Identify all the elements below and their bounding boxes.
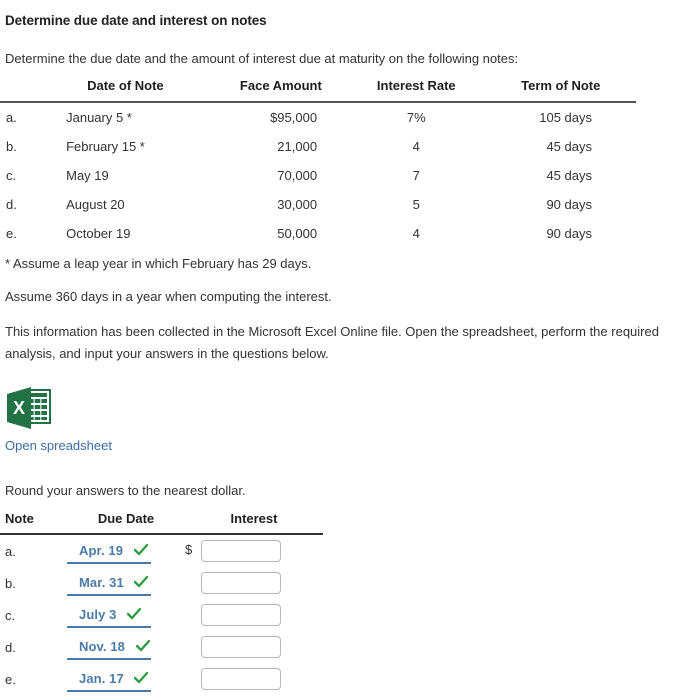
cell-interest-rate: 5 [412,197,420,212]
due-date-cell: July 3 [67,599,185,631]
notes-table: Date of Note Face Amount Interest Rate T… [0,78,636,248]
due-date-underline [67,658,151,660]
cell-date-of-note: August 20 [66,197,125,212]
cell-term-of-note: 45 days [546,139,592,154]
svg-text:X: X [13,398,25,418]
table-row: d. Nov. 18 [0,631,323,663]
table-row: e. October 19 50,000 4 90 days [0,219,636,248]
header-interest: Interest [185,511,323,535]
interest-cell: $ [185,534,323,567]
row-letter: a. [6,110,17,125]
interest-input[interactable] [201,668,281,690]
answer-table: Note Due Date Interest a. Apr. 19 $ b. M… [0,511,323,695]
due-date-cell: Mar. 31 [67,567,185,599]
cell-interest-rate: 7% [406,110,426,125]
cell-term-of-note: 90 days [546,226,592,241]
page-title: Determine due date and interest on notes [5,13,267,28]
interest-input[interactable] [201,540,281,562]
currency-symbol: $ [185,542,193,558]
answer-table-header-row: Note Due Date Interest [0,511,323,535]
interest-cell [185,567,323,599]
header-face-amount: Face Amount [214,78,348,103]
due-date-value: Jan. 17 [79,671,124,686]
table-row: c. July 3 [0,599,323,631]
header-term-of-note: Term of Note [485,78,636,103]
footnote-360-days: Assume 360 days in a year when computing… [5,289,332,304]
due-date-value: Mar. 31 [79,575,124,590]
check-icon [134,575,149,591]
due-date-answer: Mar. 31 [67,575,151,596]
row-letter: b. [6,139,17,154]
table-row: d. August 20 30,000 5 90 days [0,190,636,219]
header-date-of-note: Date of Note [36,78,215,103]
check-icon [126,607,142,623]
round-instruction: Round your answers to the nearest dollar… [5,483,246,498]
cell-face-amount: 70,000 [277,168,318,183]
cell-face-amount: 21,000 [277,139,318,154]
table-row: a. Apr. 19 $ [0,534,323,567]
header-interest-rate: Interest Rate [347,78,486,103]
due-date-value: Nov. 18 [79,639,125,654]
table-row: e. Jan. 17 [0,663,323,695]
table-row: a. January 5 * $95,000 7% 105 days [0,102,636,132]
due-date-cell: Jan. 17 [67,663,185,695]
cell-term-of-note: 90 days [546,197,592,212]
due-date-value: July 3 [79,607,117,622]
due-date-answer: Jan. 17 [67,671,151,692]
interest-input[interactable] [201,636,281,658]
cell-face-amount: 50,000 [277,226,318,241]
cell-interest-rate: 4 [412,226,420,241]
due-date-underline [67,626,151,628]
open-spreadsheet-link[interactable]: Open spreadsheet [5,438,112,453]
due-date-cell: Apr. 19 [67,534,185,567]
due-date-cell: Nov. 18 [67,631,185,663]
row-letter: c. [6,168,17,183]
row-letter: b. [5,575,16,591]
header-note: Note [0,511,67,535]
interest-cell [185,631,323,663]
interest-input[interactable] [201,572,281,594]
cell-date-of-note: January 5 * [66,110,132,125]
cell-term-of-note: 105 days [539,110,592,125]
interest-cell [185,599,323,631]
due-date-answer: Nov. 18 [67,639,151,660]
cell-date-of-note: October 19 [66,226,131,241]
due-date-underline [67,562,151,564]
row-letter: a. [5,543,16,559]
table-row: c. May 19 70,000 7 45 days [0,161,636,190]
excel-icon: X [7,387,51,429]
cell-term-of-note: 45 days [546,168,592,183]
due-date-underline [67,690,151,692]
cell-date-of-note: February 15 * [66,139,145,154]
header-due-date: Due Date [67,511,185,535]
table-row: b. Mar. 31 [0,567,323,599]
notes-table-header-row: Date of Note Face Amount Interest Rate T… [0,78,636,103]
row-letter: c. [5,607,16,623]
footnote-leap-year: * Assume a leap year in which February h… [5,256,312,271]
check-icon [133,543,148,559]
row-letter: e. [5,671,16,687]
due-date-value: Apr. 19 [79,543,124,558]
row-letter: e. [6,226,17,241]
due-date-answer: Apr. 19 [67,543,151,564]
due-date-underline [67,594,151,596]
interest-input[interactable] [201,604,281,626]
cell-face-amount: $95,000 [270,110,318,125]
row-letter: d. [6,197,17,212]
check-icon [135,639,150,655]
intro-text: Determine the due date and the amount of… [5,51,519,66]
cell-face-amount: 30,000 [277,197,318,212]
cell-interest-rate: 7 [412,168,420,183]
cell-interest-rate: 4 [412,139,420,154]
cell-date-of-note: May 19 [66,168,109,183]
header-letter [0,78,37,103]
interest-cell [185,663,323,695]
excel-instructions-paragraph: This information has been collected in t… [5,324,659,361]
table-row: b. February 15 * 21,000 4 45 days [0,132,636,161]
exercise-page: Determine due date and interest on notes… [0,0,690,700]
open-spreadsheet-icon-button[interactable]: X [5,386,52,430]
row-letter: d. [5,639,16,655]
due-date-answer: July 3 [67,607,151,628]
check-icon [134,671,149,687]
